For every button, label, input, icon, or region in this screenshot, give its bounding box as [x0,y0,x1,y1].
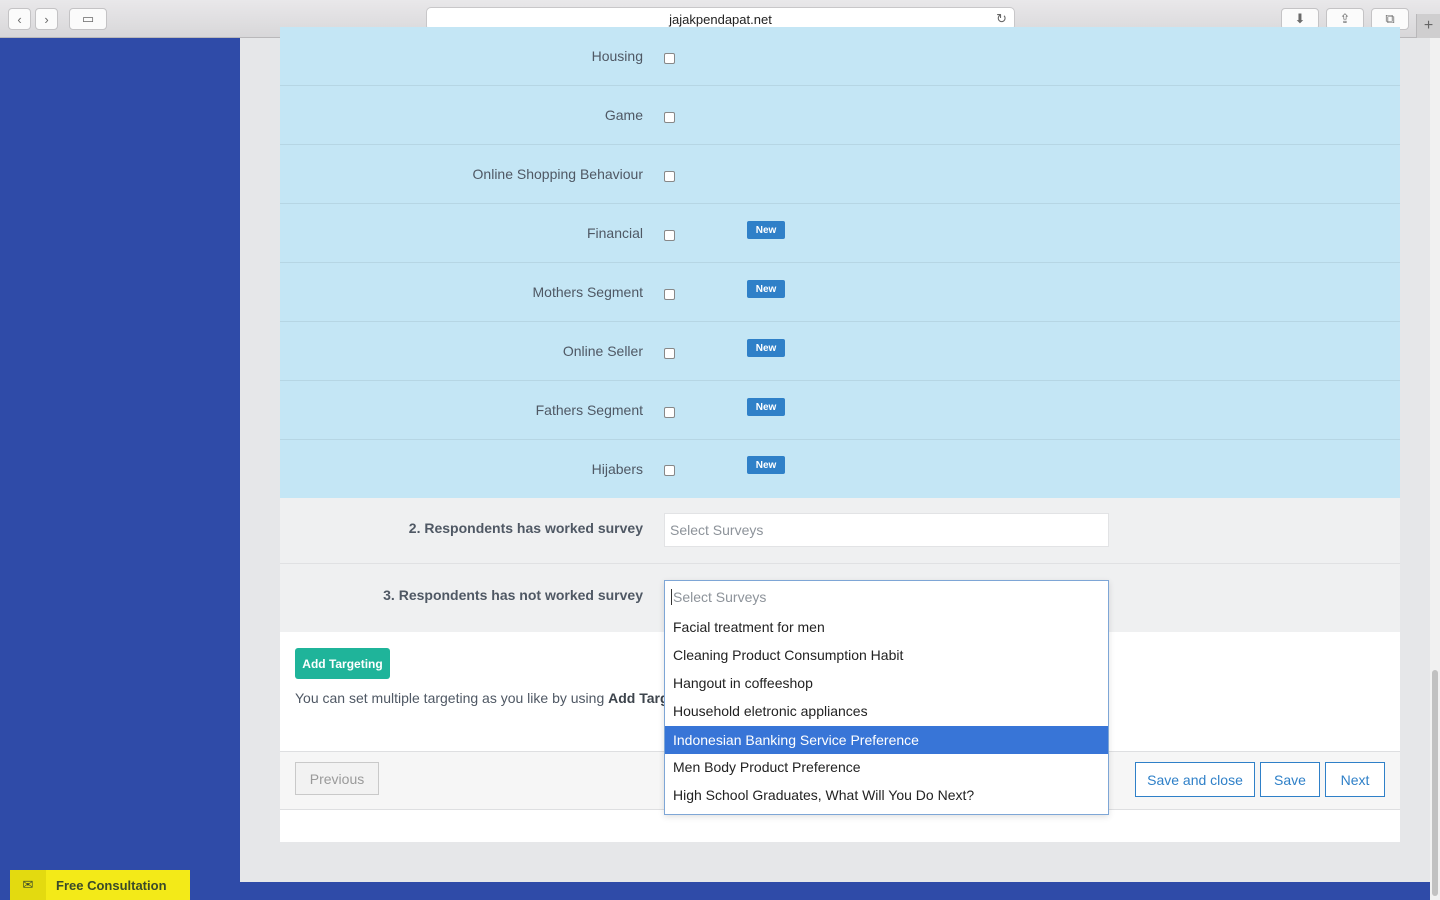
category-row-hijabers: Hijabers New [280,440,1400,498]
category-row-online-shopping: Online Shopping Behaviour [280,145,1400,204]
worked-survey-select[interactable]: Select Surveys [664,513,1109,547]
sidebar [0,38,240,900]
category-row-financial: Financial New [280,204,1400,263]
select-placeholder: Select Surveys [670,522,764,538]
targeting-help-text: You can set multiple targeting as you li… [295,690,677,706]
chevron-right-icon: › [44,11,49,27]
reload-icon[interactable]: ↻ [996,11,1007,27]
category-row-fathers-segment: Fathers Segment New [280,381,1400,440]
dropdown-option[interactable]: Cleaning Product Consumption Habit [665,641,1108,669]
url-text: jajakpendapat.net [669,11,772,27]
category-label: Fathers Segment [535,402,643,418]
category-row-housing: Housing [280,27,1400,86]
new-tab-button[interactable]: + [1416,14,1440,38]
category-checkbox[interactable] [664,112,675,123]
category-label: Financial [586,225,643,241]
new-badge: New [747,280,785,298]
category-row-mothers-segment: Mothers Segment New [280,263,1400,322]
category-checkbox[interactable] [664,407,675,418]
mail-icon: ✉ [10,870,46,900]
share-icon: ⇪ [1339,11,1351,26]
category-label: Online Shopping Behaviour [472,166,643,182]
category-label: Hijabers [591,461,643,477]
category-checkbox[interactable] [664,465,675,476]
add-targeting-button[interactable]: Add Targeting [295,648,390,679]
sidebar-toggle-button[interactable]: ▭ [69,8,107,30]
category-checkbox[interactable] [664,289,675,300]
save-and-close-button[interactable]: Save and close [1135,762,1255,797]
category-row-game: Game [280,86,1400,145]
next-button[interactable]: Next [1325,762,1385,797]
back-button[interactable]: ‹ [8,8,31,30]
dropdown-option[interactable]: Facial treatment for men [665,613,1108,641]
dropdown-option[interactable]: Hangout in coffeeshop [665,669,1108,697]
worked-survey-label: 2. Respondents has worked survey [408,520,643,536]
save-button[interactable]: Save [1260,762,1320,797]
category-row-online-seller: Online Seller New [280,322,1400,381]
new-badge: New [747,398,785,416]
category-checkbox[interactable] [664,171,675,182]
tabs-icon: ⧉ [1385,11,1395,26]
plus-icon: + [1423,17,1434,34]
category-label: Game [604,107,643,123]
chevron-left-icon: ‹ [17,11,22,27]
free-consultation-label: Free Consultation [56,877,167,893]
not-worked-survey-dropdown[interactable]: Select Surveys Facial treatment for men … [664,580,1109,815]
dropdown-option[interactable]: High School Graduates, What Will You Do … [665,781,1108,809]
dropdown-option[interactable]: Men Body Product Preference [665,753,1108,781]
scrollbar-thumb[interactable] [1432,670,1438,896]
page-scrollbar[interactable] [1430,38,1440,900]
category-checkbox[interactable] [664,53,675,64]
forward-button[interactable]: › [35,8,58,30]
dropdown-option-highlighted[interactable]: Indonesian Banking Service Preference [665,726,1108,754]
category-checkbox[interactable] [664,230,675,241]
new-badge: New [747,339,785,357]
new-badge: New [747,221,785,239]
bottom-band [240,882,1440,900]
dropdown-search-input[interactable]: Select Surveys [665,581,1108,613]
category-label: Housing [591,48,643,64]
text-caret [671,589,672,605]
free-consultation-button[interactable]: ✉ Free Consultation [10,870,190,900]
category-label: Online Seller [562,343,643,359]
new-badge: New [747,456,785,474]
download-icon: ⬇ [1294,11,1306,26]
not-worked-survey-label: 3. Respondents has not worked survey [383,587,643,603]
previous-button[interactable]: Previous [295,762,379,795]
dropdown-option[interactable]: Household eletronic appliances [665,697,1108,725]
category-checkbox[interactable] [664,348,675,359]
sidebar-icon: ▭ [81,11,95,26]
category-label: Mothers Segment [532,284,644,300]
worked-survey-row: 2. Respondents has worked survey Select … [280,498,1400,564]
